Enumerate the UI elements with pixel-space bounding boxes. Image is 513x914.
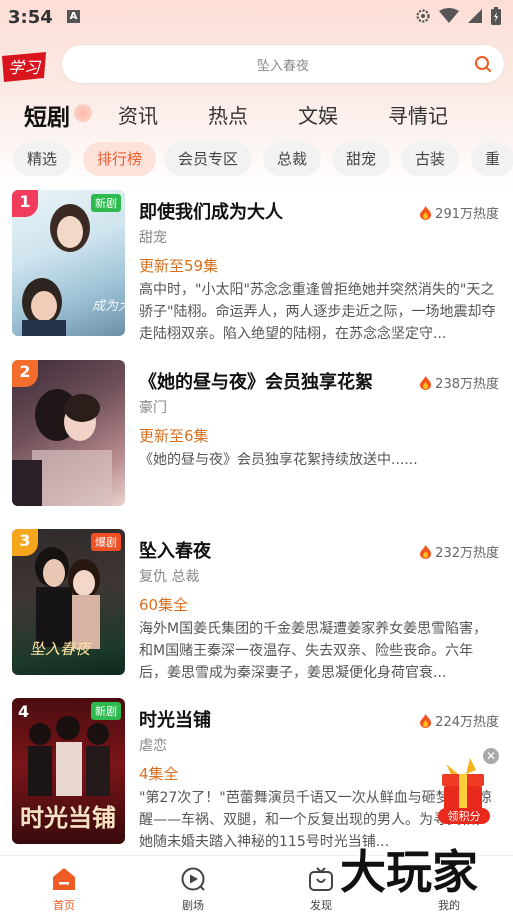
- flame-icon: [420, 713, 432, 728]
- poster-image[interactable]: 时光当铺 4 新剧: [12, 698, 125, 844]
- wifi-icon: [439, 8, 459, 23]
- chip-featured[interactable]: 精选: [13, 142, 72, 176]
- episode-status: 更新至59集: [139, 257, 219, 275]
- svg-text:成为大人: 成为大人: [92, 299, 125, 314]
- chip-sweet[interactable]: 甜宠: [332, 142, 391, 176]
- home-icon: [53, 868, 75, 890]
- flame-icon: [420, 544, 432, 559]
- tv-icon: [309, 867, 333, 891]
- reward-label: 领积分: [448, 810, 481, 823]
- search-placeholder: 坠入春夜: [256, 59, 309, 74]
- list-item[interactable]: 2 《她的昼与夜》会员独享花絮 238万热度 豪门 更新至6集 《她的昼与夜》会…: [0, 360, 513, 510]
- chip-ceo[interactable]: 总裁: [263, 142, 322, 176]
- chip-costume[interactable]: 古装: [401, 142, 460, 176]
- item-description: 高中时，"小太阳"苏念念重逢曾拒绝她并突然消失的"天之骄子"陆栩。命运弄人，两人…: [139, 282, 496, 342]
- item-description: 《她的昼与夜》会员独享花絮持续放送中......: [139, 452, 418, 468]
- rank-badge: 3: [12, 529, 38, 556]
- chip-ranking[interactable]: 排行榜: [83, 142, 157, 176]
- logo-text: 学习: [8, 58, 42, 77]
- rank-badge: 2: [12, 360, 38, 387]
- tab-hot[interactable]: 热点: [208, 100, 248, 129]
- nav-home[interactable]: 首页: [34, 866, 94, 913]
- item-genre: 复仇 总裁: [139, 569, 200, 585]
- tab-short-drama[interactable]: 短剧: [24, 98, 70, 132]
- watermark-text: 大玩家: [340, 845, 478, 899]
- new-badge: 新剧: [91, 194, 121, 212]
- tab-romance[interactable]: 寻情记: [388, 100, 448, 129]
- nav-home-label: 首页: [53, 899, 75, 912]
- rank-badge: 4: [18, 702, 30, 721]
- close-icon[interactable]: ✕: [483, 748, 499, 764]
- svg-text:坠入春夜: 坠入春夜: [30, 640, 92, 658]
- status-time: 3:54: [8, 7, 53, 28]
- heat-value: 232万热度: [435, 546, 499, 561]
- tab-news[interactable]: 资讯: [118, 100, 158, 129]
- heat-indicator: 291万热度: [419, 203, 499, 222]
- search-icon[interactable]: [474, 55, 492, 73]
- heat-indicator: 232万热度: [419, 542, 499, 561]
- episode-status: 4集全: [139, 765, 179, 783]
- list-item[interactable]: 成为大人 1 新剧 即使我们成为大人 291万热度 甜宠 更新至59集 高中时，…: [0, 190, 513, 342]
- episode-status: 更新至6集: [139, 427, 209, 445]
- top-tabs: 短剧 资讯 热点 文娱 寻情记: [0, 96, 513, 136]
- category-chips: 精选 排行榜 会员专区 总裁 甜宠 古装 重生: [0, 142, 513, 178]
- poster-image[interactable]: 2: [12, 360, 125, 506]
- app-logo[interactable]: 学习: [0, 50, 48, 84]
- item-genre: 甜宠: [139, 230, 167, 246]
- settings-gear-icon: [416, 9, 430, 23]
- poster-image[interactable]: 坠入春夜 3 爆剧: [12, 529, 125, 675]
- heat-indicator: 238万热度: [419, 373, 499, 392]
- heat-value: 291万热度: [435, 207, 499, 222]
- nav-theater[interactable]: 剧场: [163, 866, 223, 913]
- item-genre: 虐恋: [139, 738, 167, 754]
- play-circle-icon: [181, 867, 205, 891]
- hot-badge: 爆剧: [91, 533, 121, 551]
- heat-value: 224万热度: [435, 715, 499, 730]
- rank-badge: 1: [12, 190, 38, 217]
- chip-rebirth[interactable]: 重生: [471, 142, 513, 176]
- battery-icon: [491, 7, 501, 25]
- item-genre: 豪门: [139, 400, 167, 416]
- flame-icon: [420, 205, 432, 220]
- notification-a-icon: A: [67, 10, 80, 23]
- poster-image[interactable]: 成为大人 1 新剧: [12, 190, 125, 336]
- episode-status: 60集全: [139, 596, 189, 614]
- nav-theater-label: 剧场: [182, 899, 204, 912]
- item-title[interactable]: 《她的昼与夜》会员独享花絮: [139, 368, 373, 394]
- item-title[interactable]: 时光当铺: [139, 706, 211, 732]
- flame-icon: [420, 375, 432, 390]
- tab-entertainment[interactable]: 文娱: [298, 100, 338, 129]
- svg-text:时光当铺: 时光当铺: [20, 803, 116, 832]
- item-title[interactable]: 坠入春夜: [139, 537, 211, 563]
- item-title[interactable]: 即使我们成为大人: [139, 198, 283, 224]
- search-bar[interactable]: 坠入春夜: [62, 45, 504, 83]
- heat-value: 238万热度: [435, 377, 499, 392]
- status-bar: 3:54 A: [0, 0, 513, 34]
- reward-gift-button[interactable]: 领积分: [432, 756, 498, 826]
- new-badge: 新剧: [91, 702, 121, 720]
- chip-vip[interactable]: 会员专区: [164, 142, 253, 176]
- item-description: 海外M国姜氏集团的千金姜思凝遭姜家养女姜思雪陷害，和M国赌王秦深一夜温存、失去双…: [139, 621, 488, 681]
- signal-icon: [468, 9, 482, 23]
- list-item[interactable]: 坠入春夜 3 爆剧 坠入春夜 232万热度 复仇 总裁 60集全 海外M国姜氏集…: [0, 529, 513, 681]
- heat-indicator: 224万热度: [419, 711, 499, 730]
